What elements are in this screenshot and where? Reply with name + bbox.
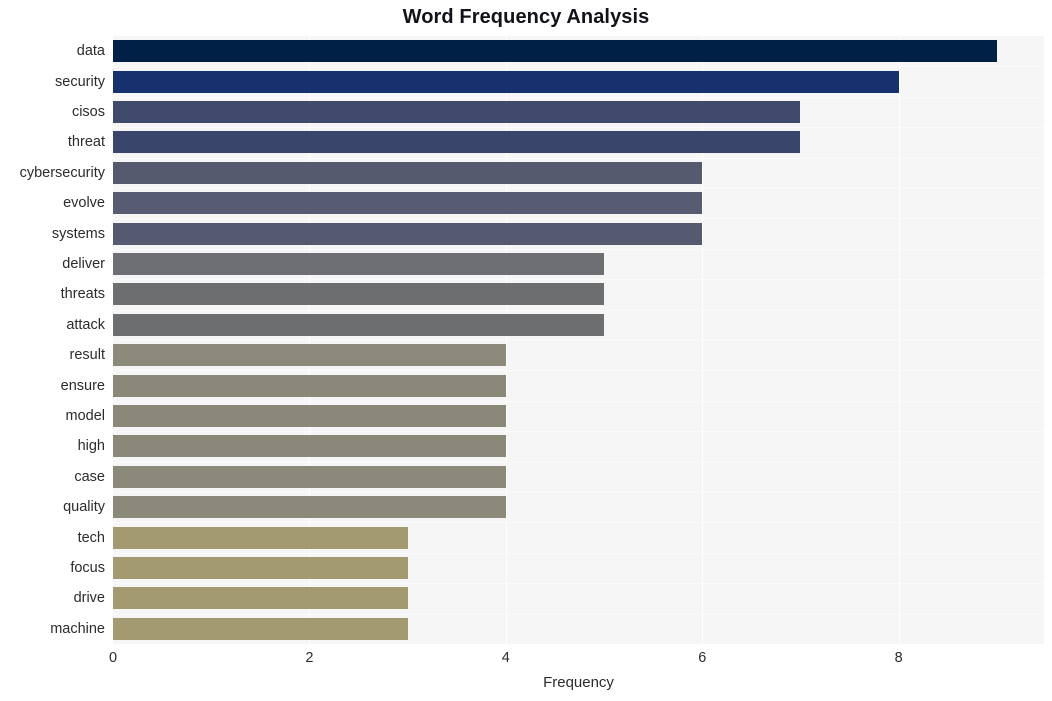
x-tick-label-0: 0 — [108, 650, 118, 666]
chart-figure: Word Frequency Analysis data security ciso… — [0, 0, 1052, 701]
x-axis-tick-labels: 0 2 4 6 8 — [0, 648, 1052, 672]
gridline-horizontal — [113, 461, 1044, 463]
gridline-horizontal — [113, 96, 1044, 98]
gridline-horizontal — [113, 492, 1044, 493]
bar-cisos[interactable] — [113, 101, 801, 123]
bar-attack[interactable] — [113, 313, 605, 336]
bar-systems[interactable] — [113, 222, 703, 245]
bar-security[interactable] — [113, 70, 899, 93]
gridline-horizontal — [113, 66, 1044, 68]
bar-data[interactable] — [113, 40, 997, 63]
bar-drive[interactable] — [113, 587, 408, 610]
gridline-horizontal — [113, 309, 1044, 311]
bar-deliver[interactable] — [113, 253, 605, 275]
y-tick-label-focus: focus — [70, 560, 105, 576]
gridline-horizontal — [113, 552, 1044, 554]
y-tick-label-evolve: evolve — [63, 195, 105, 212]
x-tick-label-2: 2 — [305, 650, 314, 666]
y-tick-label-deliver: deliver — [62, 256, 105, 272]
gridline-horizontal — [113, 340, 1044, 341]
gridline-horizontal — [113, 127, 1044, 129]
gridline-horizontal — [113, 613, 1044, 615]
gridline-horizontal — [113, 279, 1044, 281]
y-tick-label-cisos: cisos — [71, 104, 105, 120]
y-tick-label-threat: threat — [67, 134, 105, 151]
bar-model[interactable] — [113, 405, 506, 427]
bar-cybersecurity[interactable] — [113, 161, 703, 184]
y-tick-label-ensure: ensure — [60, 377, 105, 394]
y-tick-label-case: case — [74, 468, 105, 485]
bar-focus[interactable] — [113, 557, 408, 579]
bar-quality[interactable] — [113, 496, 506, 519]
y-tick-label-model: model — [65, 408, 106, 424]
y-tick-label-cybersecurity: cybersecurity — [19, 164, 105, 181]
bar-high[interactable] — [113, 435, 506, 458]
x-axis-title: Frequency — [543, 674, 614, 691]
gridline-horizontal — [113, 431, 1044, 433]
bar-tech[interactable] — [113, 526, 408, 549]
y-tick-label-high: high — [77, 438, 105, 455]
bar-ensure[interactable] — [113, 374, 506, 397]
bar-machine[interactable] — [113, 617, 408, 640]
gridline-horizontal — [113, 583, 1044, 585]
gridline-horizontal — [113, 188, 1044, 189]
gridline-horizontal — [113, 157, 1044, 159]
x-tick-label-8: 8 — [894, 650, 903, 666]
x-tick-label-6: 6 — [698, 650, 707, 666]
x-tick-label-4: 4 — [501, 650, 510, 666]
y-axis-tick-labels: data security cisos threat cybersecurity evol… — [0, 36, 105, 644]
gridline-horizontal — [113, 400, 1044, 402]
plot-area — [113, 36, 1044, 644]
y-tick-label-machine: machine — [50, 620, 105, 637]
bar-result[interactable] — [113, 344, 506, 367]
y-tick-label-quality: quality — [63, 499, 105, 516]
chart-title: Word Frequency Analysis — [402, 6, 650, 28]
y-tick-label-threats: threats — [60, 286, 105, 303]
gridline-horizontal — [113, 248, 1044, 250]
bar-evolve[interactable] — [113, 192, 703, 215]
y-tick-label-drive: drive — [73, 590, 105, 607]
y-tick-label-systems: systems — [51, 225, 105, 242]
gridline-horizontal — [113, 370, 1044, 372]
y-tick-label-tech: tech — [77, 529, 105, 546]
bar-case[interactable] — [113, 465, 506, 488]
bar-threats[interactable] — [113, 283, 605, 306]
bar-threat[interactable] — [113, 131, 801, 154]
y-tick-label-security: security — [55, 73, 105, 90]
gridline-horizontal — [113, 218, 1044, 220]
gridline-horizontal — [113, 522, 1044, 524]
y-tick-label-attack: attack — [66, 316, 105, 333]
y-tick-label-result: result — [69, 347, 105, 364]
y-tick-label-data: data — [76, 43, 105, 60]
